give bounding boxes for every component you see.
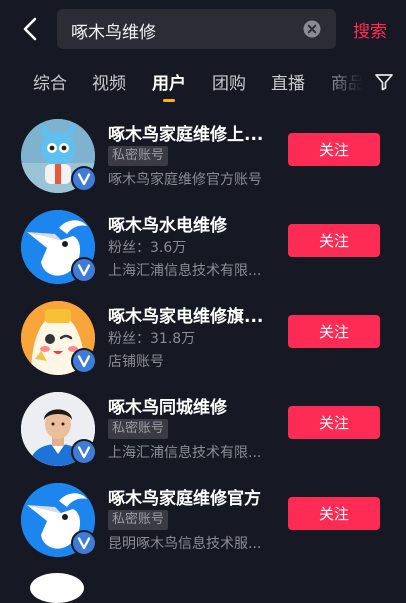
tab-live[interactable]: 直播 (271, 69, 305, 94)
account-description: 上海汇浦信息技术有限... (108, 263, 262, 279)
account-description: 昆明啄木鸟信息技术服... (108, 536, 262, 552)
follower-count: 粉丝：3.6万 (108, 240, 187, 256)
back-arrow-icon[interactable] (16, 14, 46, 44)
list-item[interactable]: 啄木鸟家电维修旗... 粉丝：31.8万 店铺账号 关注 (0, 296, 406, 387)
private-account-tag: 私密账号 (108, 146, 169, 166)
follow-button[interactable]: 关注 (288, 315, 380, 348)
tab-bar: 综合 视频 用户 团购 直播 商品 (0, 58, 406, 106)
search-query: 啄木鸟维修 (71, 23, 156, 43)
list-item[interactable]: 啄木鸟水电维修 粉丝：3.6万 上海汇浦信息技术有限... 关注 (0, 205, 406, 296)
account-name[interactable]: 啄木鸟家庭维修上... (108, 120, 263, 145)
follow-button[interactable]: 关注 (288, 497, 380, 530)
account-description: 上海汇浦信息技术有限... (108, 445, 262, 461)
next-avatar-partial (30, 573, 84, 603)
tab-fade (318, 58, 370, 106)
tab-users[interactable]: 用户 (152, 69, 186, 94)
tab-comprehensive[interactable]: 综合 (33, 69, 67, 94)
list-item[interactable]: 啄木鸟同城维修 私密账号 上海汇浦信息技术有限... 关注 (0, 387, 406, 478)
active-tab-indicator (163, 99, 175, 102)
filter-icon[interactable] (373, 71, 395, 93)
verified-badge-icon (71, 530, 97, 556)
verified-badge-icon (71, 439, 97, 465)
follower-count: 粉丝：31.8万 (108, 331, 196, 347)
top-bar: 啄木鸟维修 搜索 (0, 0, 406, 58)
account-name[interactable]: 啄木鸟家庭维修官方 (108, 484, 261, 509)
list-item[interactable]: 啄木鸟家庭维修官方 私密账号 昆明啄木鸟信息技术服... 关注 (0, 478, 406, 569)
verified-badge-icon (71, 348, 97, 374)
account-name[interactable]: 啄木鸟水电维修 (108, 211, 227, 236)
account-description: 店铺账号 (108, 354, 164, 370)
tab-videos[interactable]: 视频 (92, 69, 126, 94)
follow-button[interactable]: 关注 (288, 133, 380, 166)
verified-badge-icon (71, 257, 97, 283)
verified-badge-icon (71, 166, 97, 192)
account-description: 啄木鸟家庭维修官方账号 (108, 172, 262, 188)
search-input[interactable]: 啄木鸟维修 (57, 9, 336, 49)
follow-button[interactable]: 关注 (288, 224, 380, 257)
account-name[interactable]: 啄木鸟同城维修 (108, 393, 227, 418)
clear-icon[interactable] (302, 19, 322, 39)
search-button[interactable]: 搜索 (353, 17, 387, 42)
private-account-tag: 私密账号 (108, 419, 169, 439)
account-name[interactable]: 啄木鸟家电维修旗... (108, 302, 263, 327)
private-account-tag: 私密账号 (108, 510, 169, 530)
list-item[interactable]: 啄木鸟家庭维修上... 私密账号 啄木鸟家庭维修官方账号 关注 (0, 114, 406, 205)
follow-button[interactable]: 关注 (288, 406, 380, 439)
tab-group-buy[interactable]: 团购 (212, 69, 246, 94)
